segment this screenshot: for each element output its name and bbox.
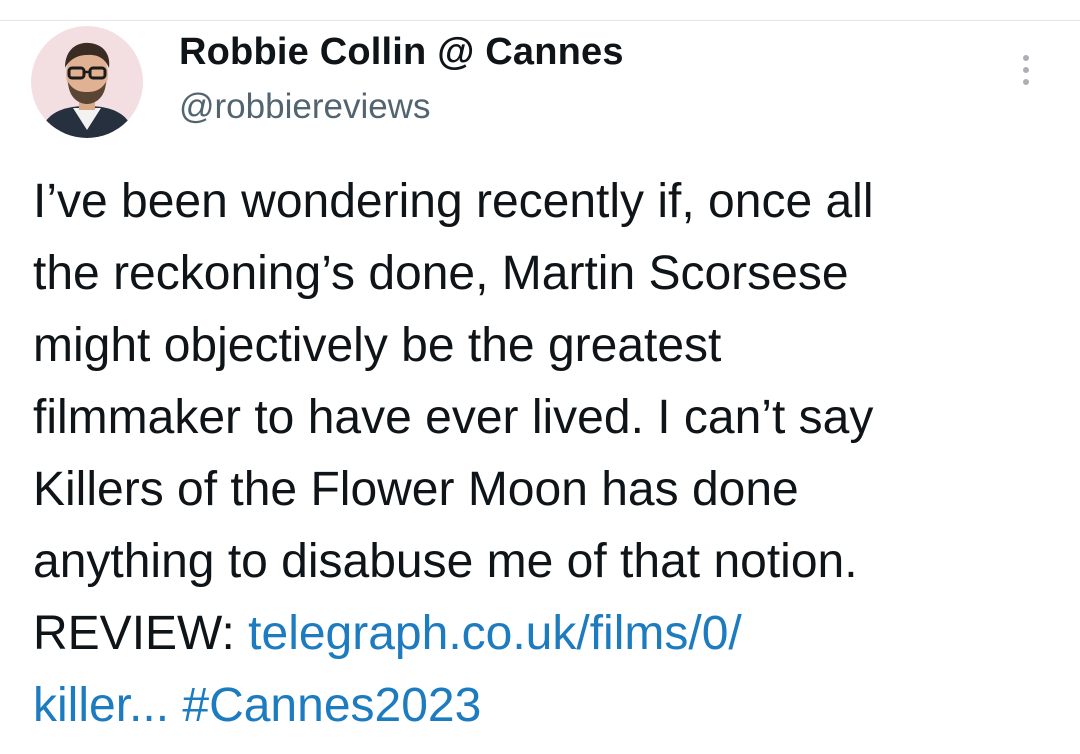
top-divider bbox=[0, 20, 1080, 21]
tweet-text-line: the reckoning’s done, Martin Scorsese bbox=[33, 247, 849, 300]
avatar-image bbox=[31, 26, 143, 138]
review-line: REVIEW: telegraph.co.uk/films/0/ bbox=[33, 598, 1063, 670]
tweet-text-line: might objectively be the greatest bbox=[33, 319, 722, 372]
tweet-text-line: anything to disabuse me of that notion. bbox=[33, 535, 858, 588]
tweet-text-line: I’ve been wondering recently if, once al… bbox=[33, 175, 874, 228]
author-display-name[interactable]: Robbie Collin @ Cannes bbox=[179, 31, 624, 74]
more-vertical-icon bbox=[1023, 55, 1029, 61]
more-vertical-icon bbox=[1023, 79, 1029, 85]
review-prefix: REVIEW: bbox=[33, 607, 249, 660]
tweet-text-line: filmmaker to have ever lived. I can’t sa… bbox=[33, 391, 874, 444]
avatar[interactable] bbox=[31, 26, 143, 138]
review-link[interactable]: telegraph.co.uk/films/0/ bbox=[248, 607, 742, 660]
tweet-text: I’ve been wondering recently if, once al… bbox=[33, 166, 1063, 742]
review-link-continuation[interactable]: killer... bbox=[33, 679, 169, 732]
hashtag-link[interactable]: #Cannes2023 bbox=[182, 679, 481, 732]
more-options-button[interactable] bbox=[1008, 48, 1044, 92]
link-continuation-line: killer... #Cannes2023 bbox=[33, 670, 1063, 742]
tweet-text-line: Killers of the Flower Moon has done bbox=[33, 463, 799, 516]
author-handle[interactable]: @robbiereviews bbox=[179, 87, 430, 127]
more-vertical-icon bbox=[1023, 67, 1029, 73]
